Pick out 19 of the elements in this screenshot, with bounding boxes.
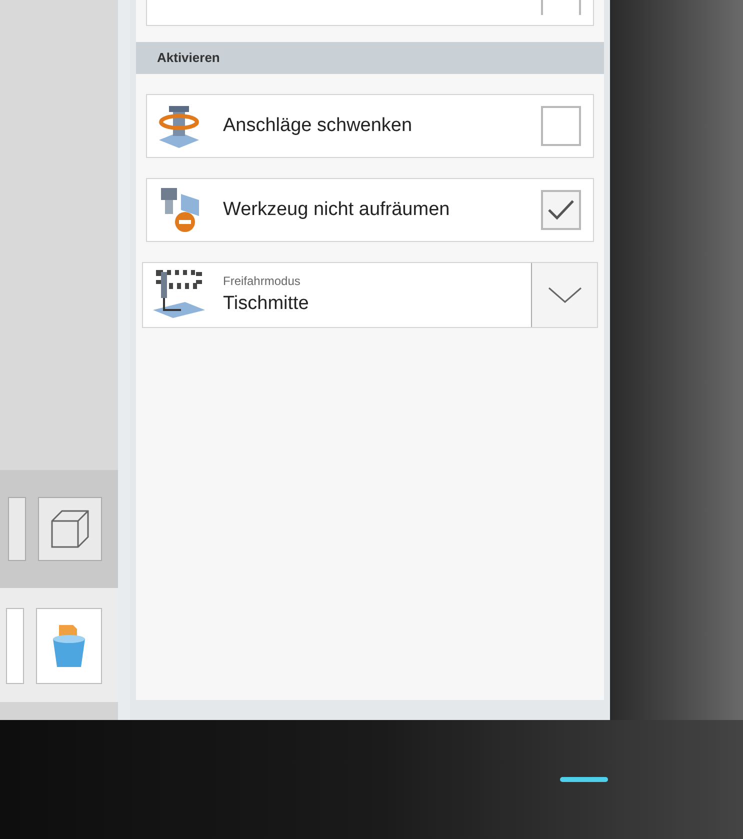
toolbar-button[interactable]	[6, 608, 24, 684]
dropdown-label: Freifahrmodus	[223, 272, 302, 290]
dropdown-value: Tischmitte	[223, 292, 309, 316]
checkbox[interactable]	[541, 190, 581, 230]
status-led	[560, 777, 608, 782]
dropdown[interactable]: Freifahrmodus Tischmitte	[142, 262, 598, 328]
check-icon	[547, 198, 575, 222]
option-label: Werkzeug nicht aufräumen	[223, 198, 451, 222]
option-row[interactable]	[146, 0, 594, 26]
table-flag-icon	[151, 270, 207, 320]
chevron-down-icon[interactable]	[546, 286, 582, 304]
delete-button[interactable]	[36, 608, 102, 684]
option-label: Anschläge schwenken	[223, 114, 414, 138]
cube-view-button[interactable]	[38, 497, 102, 561]
option-row[interactable]: Anschläge schwenken	[146, 94, 594, 158]
view-button[interactable]	[8, 497, 26, 561]
section-header: Aktivieren	[136, 42, 604, 74]
checkbox[interactable]	[541, 106, 581, 146]
option-row[interactable]: Werkzeug nicht aufräumen	[146, 178, 594, 242]
